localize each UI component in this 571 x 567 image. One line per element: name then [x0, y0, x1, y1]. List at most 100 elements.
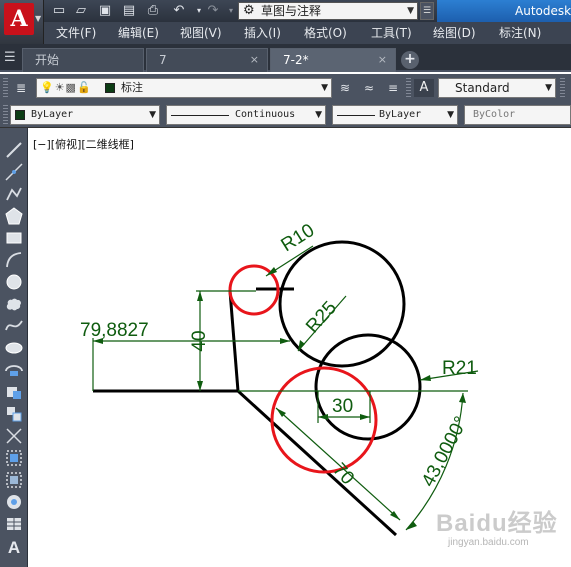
layer-dropdown[interactable]: 💡☀▩🔓 标注 ▼: [36, 78, 332, 98]
polyline-icon[interactable]: [4, 184, 24, 204]
make-block-icon[interactable]: [4, 404, 24, 424]
construction-line-icon[interactable]: [4, 162, 24, 182]
dim-30-text: 30: [332, 396, 353, 417]
menu-edit[interactable]: 编辑(E): [118, 25, 159, 41]
autocad-logo-icon: A: [4, 3, 34, 35]
open-icon[interactable]: ▱: [72, 3, 90, 19]
dim-arrowhead: [280, 338, 290, 344]
tab-start[interactable]: 开始: [22, 48, 144, 72]
color-value: ByLayer: [31, 109, 74, 120]
text-style-icon[interactable]: A: [414, 79, 434, 97]
insert-block-icon[interactable]: [4, 382, 24, 402]
dim-width-text: 79,8827: [80, 320, 149, 341]
dim-arrowhead: [459, 393, 466, 403]
arc-icon[interactable]: [4, 250, 24, 270]
dim-arrowhead: [197, 291, 203, 301]
lineweight-dropdown[interactable]: ByLayer ▼: [332, 105, 458, 125]
circle-icon[interactable]: [4, 272, 24, 292]
ellipse-icon[interactable]: [4, 338, 24, 358]
menu-insert[interactable]: 插入(I): [244, 25, 281, 41]
line-icon[interactable]: [4, 140, 24, 160]
plot-style-dropdown: ByColor: [464, 105, 571, 125]
large-circle: [278, 240, 406, 368]
menu-file[interactable]: 文件(F): [56, 25, 96, 41]
layer-match-icon[interactable]: ≡: [384, 79, 402, 97]
save-icon[interactable]: ▣: [96, 3, 114, 19]
viewport-controls[interactable]: [−][俯视][二维线框]: [33, 136, 134, 152]
make-current-layer-icon[interactable]: ≋: [336, 79, 354, 97]
redo-icon[interactable]: ↷: [204, 3, 222, 19]
region-icon[interactable]: [4, 492, 24, 512]
ellipse-arc-icon[interactable]: [4, 360, 24, 380]
undo-icon[interactable]: ↶: [170, 3, 188, 19]
dim-arrowhead: [420, 375, 431, 381]
menu-format[interactable]: 格式(O): [304, 25, 347, 41]
hatch-icon[interactable]: [4, 448, 24, 468]
color-dropdown[interactable]: ByLayer ▼: [10, 105, 160, 125]
linetype-value: Continuous: [235, 109, 296, 120]
dim-r25-text: R25: [302, 297, 341, 337]
workspace-label: 草图与注释: [261, 4, 322, 18]
new-icon[interactable]: ▭: [50, 3, 68, 19]
save-as-icon[interactable]: ▤: [120, 3, 138, 19]
point-icon[interactable]: [4, 426, 24, 446]
chevron-down-icon: ▼: [315, 110, 322, 120]
middle-circle: [314, 333, 422, 441]
file-tabs-menu-icon[interactable]: ☰: [4, 50, 16, 65]
spline-icon[interactable]: [4, 316, 24, 336]
customize-quick-access-button[interactable]: ☰: [420, 2, 434, 20]
toolbar-grip[interactable]: [3, 78, 8, 98]
gear-icon: ⚙: [243, 3, 255, 18]
watermark-url: jingyan.baidu.com: [448, 537, 529, 548]
layer-toolbar: ≣ 💡☀▩🔓 标注 ▼ ≋ ≈ ≡ A Standard ▼: [0, 74, 571, 102]
chevron-down-icon: ▼: [447, 110, 454, 120]
highlight-circle-large: [270, 366, 378, 474]
toolbar-grip[interactable]: [406, 78, 411, 98]
menu-dimension[interactable]: 标注(N): [499, 25, 541, 41]
close-icon[interactable]: ×: [378, 49, 387, 71]
gradient-icon[interactable]: [4, 470, 24, 490]
lineweight-preview: [337, 115, 375, 116]
menu-bar: 文件(F) 编辑(E) 视图(V) 插入(I) 格式(O) 工具(T) 绘图(D…: [44, 22, 571, 44]
linetype-preview: [171, 115, 229, 116]
plot-style-value: ByColor: [473, 109, 516, 120]
dim-height-text: 40: [189, 330, 210, 351]
table-icon[interactable]: [4, 514, 24, 534]
toolbar-grip[interactable]: [3, 105, 8, 125]
chevron-down-icon: ▼: [407, 6, 414, 16]
tab-label: 开始: [35, 53, 60, 67]
revision-cloud-icon[interactable]: [4, 294, 24, 314]
polygon-icon[interactable]: [4, 206, 24, 226]
dim-arrowhead: [360, 414, 370, 420]
watermark: Baidu经验 jingyan.baidu.com: [428, 493, 568, 563]
dim-r21-text: R21: [442, 358, 477, 379]
text-style-dropdown[interactable]: Standard ▼: [438, 78, 556, 98]
svg-text:A: A: [8, 538, 20, 556]
plot-icon[interactable]: ⎙: [144, 3, 162, 19]
dim-arrowhead: [406, 521, 417, 530]
layer-properties-icon[interactable]: ≣: [12, 79, 30, 97]
tab-7-2[interactable]: 7-2* ×: [270, 48, 396, 72]
lineweight-value: ByLayer: [379, 109, 422, 120]
menu-tools[interactable]: 工具(T): [371, 25, 412, 41]
linetype-dropdown[interactable]: Continuous ▼: [166, 105, 326, 125]
workspace-selector[interactable]: ⚙ 草图与注释 ▼: [238, 2, 418, 20]
rectangle-icon[interactable]: [4, 228, 24, 248]
text-style-value: Standard: [455, 81, 510, 95]
file-tab-bar: ☰ 开始 7 × 7-2* × +: [0, 44, 571, 72]
menu-view[interactable]: 视图(V): [180, 25, 222, 41]
layer-previous-icon[interactable]: ≈: [360, 79, 378, 97]
properties-toolbar: ByLayer ▼ Continuous ▼ ByLayer ▼ ByColor: [0, 102, 571, 128]
menu-draw[interactable]: 绘图(D): [433, 25, 476, 41]
tab-7[interactable]: 7 ×: [146, 48, 268, 72]
close-icon[interactable]: ×: [250, 49, 259, 71]
drawing-canvas[interactable]: 79,8827 40 R10 R25 R21 30 70 43,0000° [−…: [28, 128, 571, 567]
slant-edge: [236, 389, 398, 537]
application-menu-button[interactable]: A ▼: [0, 0, 44, 44]
toolbar-grip[interactable]: [560, 78, 565, 98]
multiline-text-icon[interactable]: A: [4, 536, 24, 556]
new-tab-button[interactable]: +: [401, 51, 419, 69]
tab-label: 7-2*: [283, 53, 309, 67]
layer-color-swatch: [105, 83, 115, 93]
chevron-down-icon: ▼: [149, 110, 156, 120]
